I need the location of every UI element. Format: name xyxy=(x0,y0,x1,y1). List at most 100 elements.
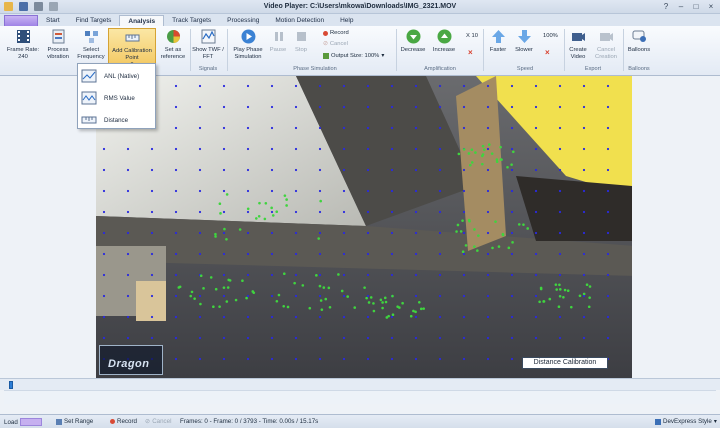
green-marker xyxy=(308,306,312,310)
record-button[interactable]: Record xyxy=(323,30,349,36)
green-marker xyxy=(456,223,460,227)
process-vibration-button[interactable]: Process vibration xyxy=(42,28,74,60)
logo-text: Dragon xyxy=(108,358,150,370)
cancel-button[interactable]: ⊘ Cancel xyxy=(323,41,348,47)
blue-marker xyxy=(534,252,538,256)
menu-item-anl-native[interactable]: ANL (Native) xyxy=(78,66,156,86)
blue-marker xyxy=(270,336,274,340)
blue-marker xyxy=(270,168,274,172)
blue-marker xyxy=(246,315,250,319)
video-frame[interactable] xyxy=(96,76,632,378)
green-marker xyxy=(409,314,413,318)
green-marker xyxy=(474,151,477,154)
status-record-button[interactable]: Record xyxy=(110,418,137,425)
help-button[interactable]: ? xyxy=(661,2,671,11)
frame-rate-button[interactable]: Frame Rate: 240 xyxy=(6,28,40,60)
faster-button[interactable]: Faster xyxy=(486,28,510,54)
blue-marker xyxy=(510,210,514,214)
output-size-dropdown[interactable]: Output Size: 100% ▾ xyxy=(323,53,384,59)
blue-marker xyxy=(342,357,346,361)
cancel-creation-button[interactable]: Cancel Creation xyxy=(593,28,619,60)
blue-marker xyxy=(318,315,322,319)
ribbon-separator xyxy=(483,29,484,71)
green-marker xyxy=(318,284,322,288)
range-track[interactable] xyxy=(4,390,716,404)
green-marker xyxy=(511,241,514,244)
green-marker xyxy=(283,194,287,197)
green-marker xyxy=(340,289,344,293)
green-marker xyxy=(383,296,387,300)
tab-processing[interactable]: Processing xyxy=(219,15,267,26)
stop-button[interactable]: Stop xyxy=(291,28,311,54)
tab-help[interactable]: Help xyxy=(332,15,361,26)
green-marker xyxy=(558,283,561,287)
blue-marker xyxy=(558,231,562,235)
tab-start[interactable]: Start xyxy=(38,15,68,26)
blue-marker xyxy=(558,84,562,88)
blue-marker xyxy=(222,357,226,361)
reset-speed-icon[interactable]: × xyxy=(545,48,550,57)
minimize-button[interactable]: – xyxy=(676,2,686,11)
tab-track-targets[interactable]: Track Targets xyxy=(164,15,219,26)
green-marker xyxy=(365,296,368,300)
menu-item-rms-value[interactable]: RMS Value xyxy=(78,88,156,108)
blue-marker xyxy=(246,105,250,109)
blue-marker xyxy=(462,252,466,256)
blue-marker xyxy=(606,315,610,319)
balloons-button[interactable]: Balloons xyxy=(625,28,653,54)
blue-marker xyxy=(486,126,490,130)
green-marker xyxy=(263,217,267,221)
app-menu-button[interactable] xyxy=(4,15,38,26)
reset-amplification-icon[interactable]: × xyxy=(468,48,473,57)
decrease-button[interactable]: Decrease xyxy=(399,28,427,54)
style-selector[interactable]: DevExpress Style ▾ xyxy=(655,418,717,425)
green-marker xyxy=(255,217,258,220)
blue-marker xyxy=(246,252,250,256)
maximize-button[interactable]: □ xyxy=(691,2,701,11)
blue-marker xyxy=(558,252,562,256)
set-range-button[interactable]: Set Range xyxy=(56,418,93,425)
close-button[interactable]: × xyxy=(706,2,716,11)
green-marker xyxy=(214,235,217,238)
tab-motion-detection[interactable]: Motion Detection xyxy=(267,15,332,26)
green-marker xyxy=(455,230,458,233)
balloons-label: Balloons xyxy=(627,47,651,53)
chart-icon xyxy=(81,69,97,83)
frequency-icon xyxy=(84,31,98,43)
timeline-thumb[interactable] xyxy=(9,381,13,389)
blue-marker xyxy=(246,294,250,298)
blue-marker xyxy=(270,210,274,214)
blue-marker xyxy=(222,294,226,298)
status-cancel-button[interactable]: ⊘ Cancel xyxy=(145,418,171,425)
blue-marker xyxy=(582,210,586,214)
slower-button[interactable]: Slower xyxy=(512,28,536,54)
load-control[interactable]: Load xyxy=(4,418,42,426)
tab-analysis[interactable]: Analysis xyxy=(119,15,165,26)
menu-item-distance[interactable]: Distance xyxy=(78,110,156,130)
timeline-slider[interactable] xyxy=(0,378,720,390)
blue-marker xyxy=(534,105,538,109)
play-phase-simulation-button[interactable]: Play Phase Simulation xyxy=(229,28,267,60)
blue-marker xyxy=(390,210,394,214)
green-marker xyxy=(322,286,326,289)
show-twf-fft-button[interactable]: Show TWF / FFT xyxy=(192,28,224,60)
tab-find-targets[interactable]: Find Targets xyxy=(68,15,120,26)
x10-toggle[interactable]: X 10 xyxy=(466,33,478,39)
green-marker xyxy=(464,244,468,247)
create-video-button[interactable]: Create Video xyxy=(566,28,590,60)
blue-marker xyxy=(318,336,322,340)
blue-marker xyxy=(462,315,466,319)
blue-marker xyxy=(270,126,274,130)
load-input[interactable] xyxy=(19,418,42,426)
blue-marker xyxy=(174,126,178,130)
blue-marker xyxy=(150,231,154,235)
blue-marker xyxy=(102,231,106,235)
select-frequency-button[interactable]: Select Frequency xyxy=(75,28,107,60)
blue-marker xyxy=(198,252,202,256)
increase-button[interactable]: Increase xyxy=(430,28,458,54)
set-as-reference-button[interactable]: Set as reference xyxy=(158,28,188,60)
blue-marker xyxy=(246,210,250,214)
blue-marker xyxy=(294,336,298,340)
green-marker xyxy=(469,163,472,167)
pause-button[interactable]: Pause xyxy=(268,28,288,54)
